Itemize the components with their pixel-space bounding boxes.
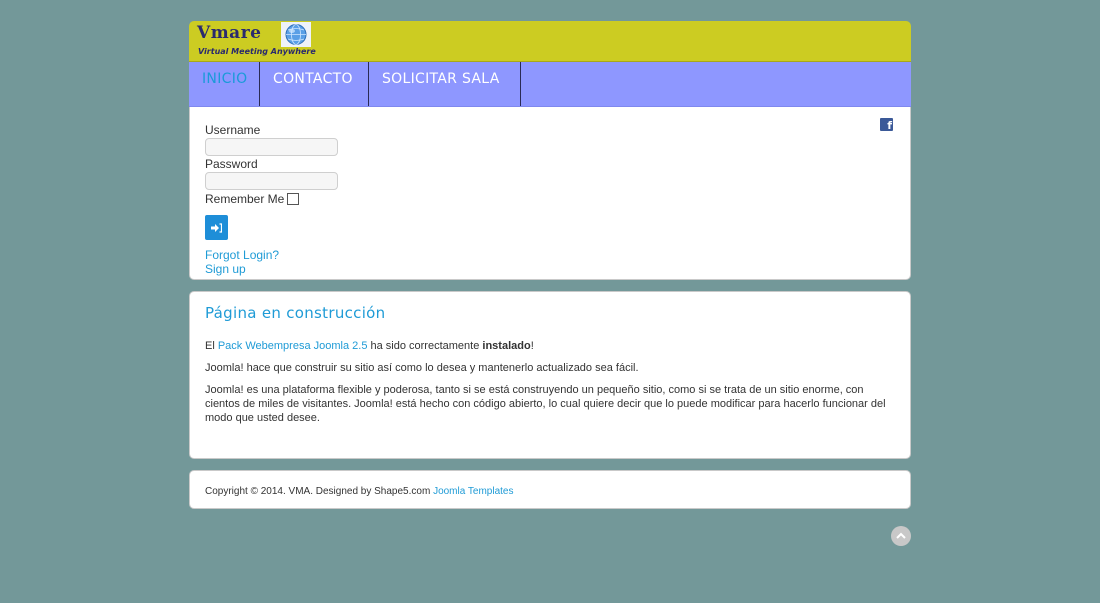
article-title: Página en construcción — [205, 304, 386, 322]
password-input[interactable] — [205, 172, 338, 190]
nav-item-contacto[interactable]: CONTACTO — [260, 62, 369, 106]
login-arrow-icon — [211, 222, 222, 233]
article-body: El Pack Webempresa Joomla 2.5 ha sido co… — [205, 339, 897, 433]
nav-item-inicio[interactable]: INICIO — [189, 62, 260, 106]
intro-suffix: ! — [530, 340, 534, 352]
joomla-templates-link[interactable]: Joomla Templates — [433, 486, 513, 497]
intro-prefix: El — [205, 340, 215, 352]
logo-tagline: Virtual Meeting Anywhere — [198, 47, 316, 56]
username-label: Username — [205, 123, 261, 137]
forgot-login-link[interactable]: Forgot Login? — [205, 248, 338, 262]
facebook-icon[interactable]: f — [880, 118, 893, 132]
footer-copyright: Copyright © 2014. VMA. Designed by Shape… — [205, 486, 513, 497]
username-input[interactable] — [205, 138, 338, 156]
article-panel: Página en construcción El Pack Webempres… — [189, 291, 911, 459]
password-label: Password — [205, 157, 258, 171]
site-header: Vmare Virtual Meeting Anywhere — [189, 21, 911, 62]
chevron-up-icon — [896, 532, 906, 539]
login-links: Forgot Login? Sign up — [205, 248, 338, 276]
article-paragraph: El Pack Webempresa Joomla 2.5 ha sido co… — [205, 339, 897, 353]
article-paragraph: Joomla! es una plataforma flexible y pod… — [205, 384, 886, 424]
login-form: Username Password Remember Me Forgot Log… — [205, 124, 338, 276]
intro-middle: ha sido correctamente — [370, 340, 480, 352]
site-logo[interactable]: Vmare Virtual Meeting Anywhere — [194, 22, 316, 59]
remember-me-label: Remember Me — [205, 192, 285, 206]
footer-panel: Copyright © 2014. VMA. Designed by Shape… — [189, 470, 911, 509]
pack-webempresa-link[interactable]: Pack Webempresa Joomla 2.5 — [218, 340, 368, 352]
login-panel: f Username Password Remember Me Forgot L… — [189, 107, 911, 280]
logo-text: Vmare — [197, 23, 262, 43]
sign-up-link[interactable]: Sign up — [205, 262, 338, 276]
page-wrapper: Vmare Virtual Meeting Anywhere INICIO CO… — [189, 21, 911, 509]
main-nav: INICIO CONTACTO SOLICITAR SALA — [189, 62, 911, 107]
login-button[interactable] — [205, 215, 228, 240]
globe-icon — [281, 22, 311, 47]
intro-bold: instalado — [482, 340, 531, 352]
back-to-top-button[interactable] — [891, 526, 911, 546]
remember-me-row: Remember Me — [205, 192, 338, 206]
nav-item-solicitar-sala[interactable]: SOLICITAR SALA — [369, 62, 521, 106]
copyright-text: Copyright © 2014. VMA. Designed by Shape… — [205, 486, 431, 497]
remember-me-checkbox[interactable] — [287, 193, 300, 205]
article-paragraph: Joomla! hace que construir su sitio así … — [205, 362, 639, 374]
